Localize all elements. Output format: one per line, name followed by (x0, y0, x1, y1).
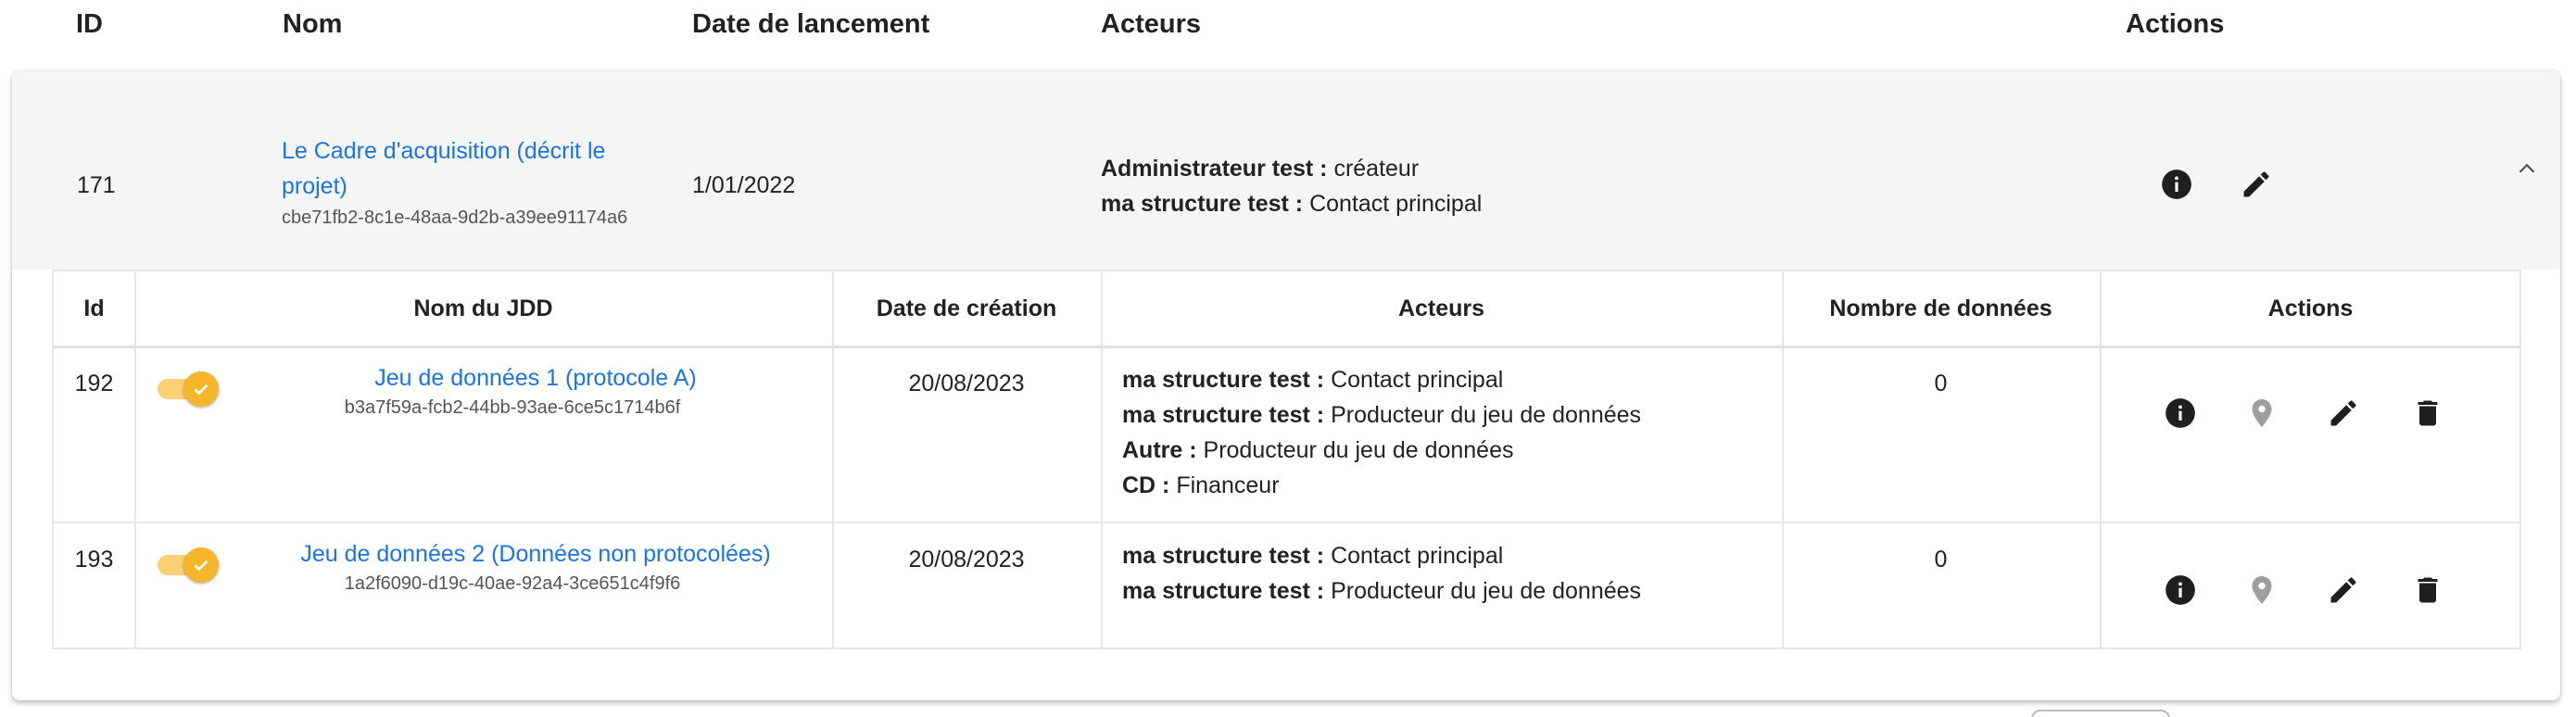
actor-entry: Autre : Producteur du jeu de données (1122, 433, 1641, 468)
dataset-count: 0 (1934, 371, 1948, 396)
actor-name: Administrateur test : (1101, 156, 1328, 182)
acquisition-name-link[interactable]: Le Cadre d'acquisition (décrit le projet… (282, 133, 634, 204)
actor-name: ma structure test : (1101, 191, 1304, 217)
dataset-name-link[interactable]: Jeu de données 2 (Données non protocolée… (239, 536, 832, 572)
trash-icon[interactable] (2409, 572, 2446, 609)
pencil-icon[interactable] (2325, 572, 2362, 609)
actor-entry: ma structure test : Contact principal (1101, 186, 1482, 221)
actor-entry: ma structure test : Producteur du jeu de… (1122, 573, 1641, 609)
acquisition-name-block: Le Cadre d'acquisition (décrit le projet… (282, 133, 634, 229)
inner-header-actions: Actions (2267, 296, 2354, 321)
inner-header-acteurs: Acteurs (1397, 296, 1485, 321)
actor-role: Producteur du jeu de données (1331, 402, 1642, 428)
actor-entry: ma structure test : Contact principal (1122, 538, 1641, 573)
dataset-active-toggle[interactable] (158, 546, 219, 583)
header-actions: Actions (2126, 9, 2225, 39)
column-divider (1782, 271, 1784, 648)
actor-role: Producteur du jeu de données (1331, 578, 1642, 604)
acquisition-id: 171 (77, 172, 116, 198)
actor-role: Contact principal (1331, 543, 1504, 569)
acquisition-actors: Administrateur test : créateur ma struct… (1101, 151, 1482, 221)
location-pin-icon[interactable] (2243, 572, 2280, 609)
actor-entry: Administrateur test : créateur (1101, 151, 1482, 186)
dataset-active-toggle[interactable] (158, 370, 219, 407)
actor-name: CD : (1122, 472, 1170, 498)
column-divider (832, 271, 834, 648)
dataset-actors: ma structure test : Contact principal ma… (1122, 362, 1641, 503)
actor-name: ma structure test : (1122, 402, 1325, 428)
chevron-up-icon[interactable] (2510, 152, 2544, 185)
actor-entry: CD : Financeur (1122, 468, 1641, 503)
check-icon (183, 371, 219, 407)
pagination-select[interactable] (2031, 710, 2170, 717)
actor-name: ma structure test : (1122, 578, 1325, 604)
header-acteurs[interactable]: Acteurs (1101, 9, 1201, 40)
dataset-uuid: b3a7f59a-fcb2-44bb-93ae-6ce5c1714b6f (344, 397, 681, 418)
actor-entry: ma structure test : Producteur du jeu de… (1122, 397, 1641, 433)
acquisition-card: 171 Le Cadre d'acquisition (décrit le pr… (12, 70, 2560, 700)
actor-role: Contact principal (1309, 191, 1483, 217)
info-icon[interactable] (2162, 572, 2199, 609)
inner-header-nb: Nombre de données (1829, 296, 2052, 321)
actor-entry: ma structure test : Contact principal (1122, 362, 1641, 397)
inner-header-id: Id (83, 296, 105, 321)
header-divider (54, 346, 2519, 348)
location-pin-icon[interactable] (2243, 395, 2280, 432)
check-icon (183, 547, 219, 583)
pencil-icon[interactable] (2325, 395, 2362, 432)
header-nom[interactable]: Nom (283, 9, 342, 40)
inner-header-date: Date de création (876, 296, 1057, 321)
inner-header-nom: Nom du JDD (413, 296, 553, 321)
actor-role: Producteur du jeu de données (1203, 437, 1514, 463)
actor-name: Autre : (1122, 437, 1197, 463)
actor-role: Contact principal (1331, 367, 1504, 393)
info-icon[interactable] (2158, 166, 2195, 203)
dataset-name-block: Jeu de données 1 (protocole A) b3a7f59a-… (239, 360, 832, 419)
dataset-uuid: 1a2f6090-d19c-40ae-92a4-3ce651c4f9f6 (344, 573, 681, 594)
header-date[interactable]: Date de lancement (692, 9, 929, 40)
acquisition-name-line2: projet) (282, 173, 347, 199)
actor-role: créateur (1333, 156, 1420, 182)
acquisition-uuid: cbe71fb2-8c1e-48aa-9d2b-a39ee91174a6 (282, 208, 628, 228)
datasets-table: Id Nom du JDD Date de création Acteurs N… (52, 270, 2521, 649)
column-divider (134, 271, 136, 648)
header-id[interactable]: ID (76, 9, 103, 40)
acquisition-row[interactable]: 171 Le Cadre d'acquisition (décrit le pr… (12, 70, 2560, 270)
dataset-count: 0 (1934, 547, 1948, 572)
outer-table-header: ID Nom Date de lancement Acteurs Actions (0, 0, 2576, 56)
actor-name: ma structure test : (1122, 543, 1325, 569)
dataset-actors: ma structure test : Contact principal ma… (1122, 538, 1641, 609)
dataset-date: 20/08/2023 (908, 371, 1025, 396)
trash-icon[interactable] (2409, 395, 2446, 432)
dataset-id: 193 (74, 547, 114, 572)
actor-name: ma structure test : (1122, 367, 1325, 393)
column-divider (2100, 271, 2102, 648)
column-divider (1101, 271, 1103, 648)
acquisition-name-line1: Le Cadre d'acquisition (décrit le (282, 138, 606, 164)
info-icon[interactable] (2162, 395, 2199, 432)
acquisition-date: 1/01/2022 (692, 172, 796, 198)
pencil-icon[interactable] (2238, 166, 2275, 203)
row-divider (54, 522, 2519, 523)
dataset-name-link[interactable]: Jeu de données 1 (protocole A) (239, 360, 832, 396)
dataset-name-block: Jeu de données 2 (Données non protocolée… (239, 536, 832, 595)
dataset-date: 20/08/2023 (908, 547, 1025, 572)
actor-role: Financeur (1176, 472, 1280, 498)
dataset-id: 192 (74, 371, 114, 396)
